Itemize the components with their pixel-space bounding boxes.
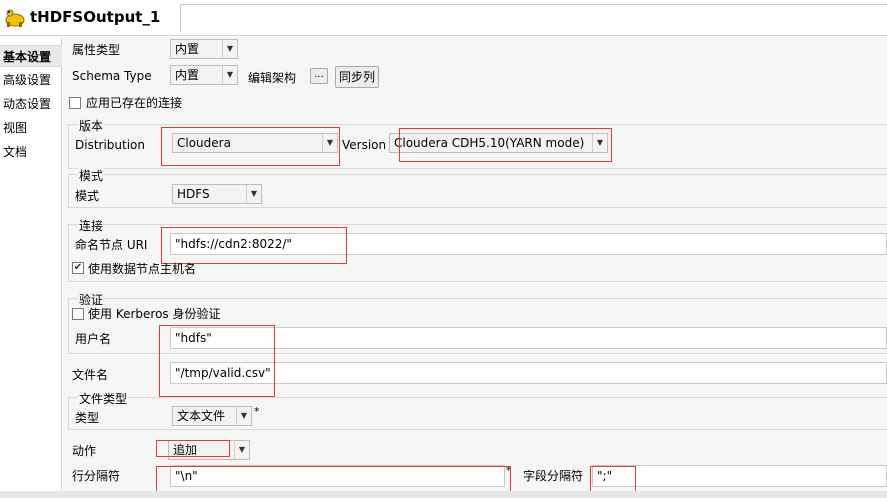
filetype-label: 类型 xyxy=(75,411,100,425)
component-title: tHDFSOutput_1 xyxy=(30,8,161,26)
schema-type-label: Schema Type xyxy=(72,69,152,83)
kerberos-label: 使用 Kerberos 身份验证 xyxy=(88,307,221,321)
hdfs-component-icon xyxy=(5,9,25,27)
field-separator-input[interactable]: ";" xyxy=(592,465,887,487)
required-mark: * xyxy=(254,405,260,418)
title-strip xyxy=(180,4,887,32)
property-type-select[interactable]: 内置 ▼ xyxy=(170,39,238,59)
version-label: Version xyxy=(342,138,387,152)
chevron-down-icon: ▼ xyxy=(222,66,237,84)
schema-type-value: 内置 xyxy=(175,68,200,82)
nav-dynamic-settings[interactable]: 动态设置 xyxy=(0,93,62,115)
filename-input[interactable]: "/tmp/valid.csv" xyxy=(170,362,887,384)
chevron-down-icon: ▼ xyxy=(222,40,237,58)
use-datanode-hostname-label: 使用数据节点主机名 xyxy=(88,262,197,276)
filetype-group-title: 文件类型 xyxy=(78,390,129,407)
action-label: 动作 xyxy=(72,444,97,458)
highlight-box xyxy=(161,127,340,166)
mode-value: HDFS xyxy=(177,187,210,201)
mode-select[interactable]: HDFS ▼ xyxy=(172,184,262,204)
kerberos-checkbox[interactable] xyxy=(72,308,84,320)
mode-group-title: 模式 xyxy=(78,167,105,184)
highlight-box xyxy=(399,128,612,162)
filetype-select[interactable]: 文本文件 ▼ xyxy=(172,406,252,426)
use-existing-connection-checkbox[interactable] xyxy=(69,97,81,109)
username-input[interactable]: "hdfs" xyxy=(170,327,887,349)
use-datanode-hostname-checkbox[interactable]: ✔ xyxy=(72,262,84,274)
username-label: 用户名 xyxy=(75,332,112,346)
sync-columns-button[interactable]: 同步列 xyxy=(335,66,379,88)
connection-group-title: 连接 xyxy=(78,217,105,234)
field-separator-label: 字段分隔符 xyxy=(523,469,584,483)
bottom-scroll-area xyxy=(0,491,887,498)
schema-type-select[interactable]: 内置 ▼ xyxy=(170,65,238,85)
namenode-uri-label: 命名节点 URI xyxy=(75,238,148,252)
chevron-down-icon: ▼ xyxy=(246,185,261,203)
nav-view[interactable]: 视图 xyxy=(0,117,62,139)
version-group-title: 版本 xyxy=(78,117,105,134)
settings-nav: 基本设置 高级设置 动态设置 视图 文档 xyxy=(0,37,62,498)
distribution-label: Distribution xyxy=(75,138,146,152)
nav-documentation[interactable]: 文档 xyxy=(0,141,62,163)
highlight-box xyxy=(156,440,230,457)
nav-basic-settings[interactable]: 基本设置 xyxy=(0,45,62,67)
title-bar: tHDFSOutput_1 xyxy=(0,0,887,36)
property-type-value: 内置 xyxy=(175,42,200,56)
mode-label: 模式 xyxy=(75,189,100,203)
edit-schema-button[interactable]: ... xyxy=(310,68,328,84)
nav-advanced-settings[interactable]: 高级设置 xyxy=(0,69,62,91)
highlight-box xyxy=(159,325,275,397)
use-existing-connection-label: 应用已存在的连接 xyxy=(86,96,183,110)
chevron-down-icon: ▼ xyxy=(234,441,249,459)
row-separator-label: 行分隔符 xyxy=(72,469,121,483)
edit-schema-label: 编辑架构 xyxy=(248,71,297,85)
highlight-box xyxy=(161,227,347,264)
chevron-down-icon: ▼ xyxy=(236,407,251,425)
filetype-value: 文本文件 xyxy=(177,409,226,423)
property-type-label: 属性类型 xyxy=(72,43,121,57)
filename-label: 文件名 xyxy=(72,368,109,382)
